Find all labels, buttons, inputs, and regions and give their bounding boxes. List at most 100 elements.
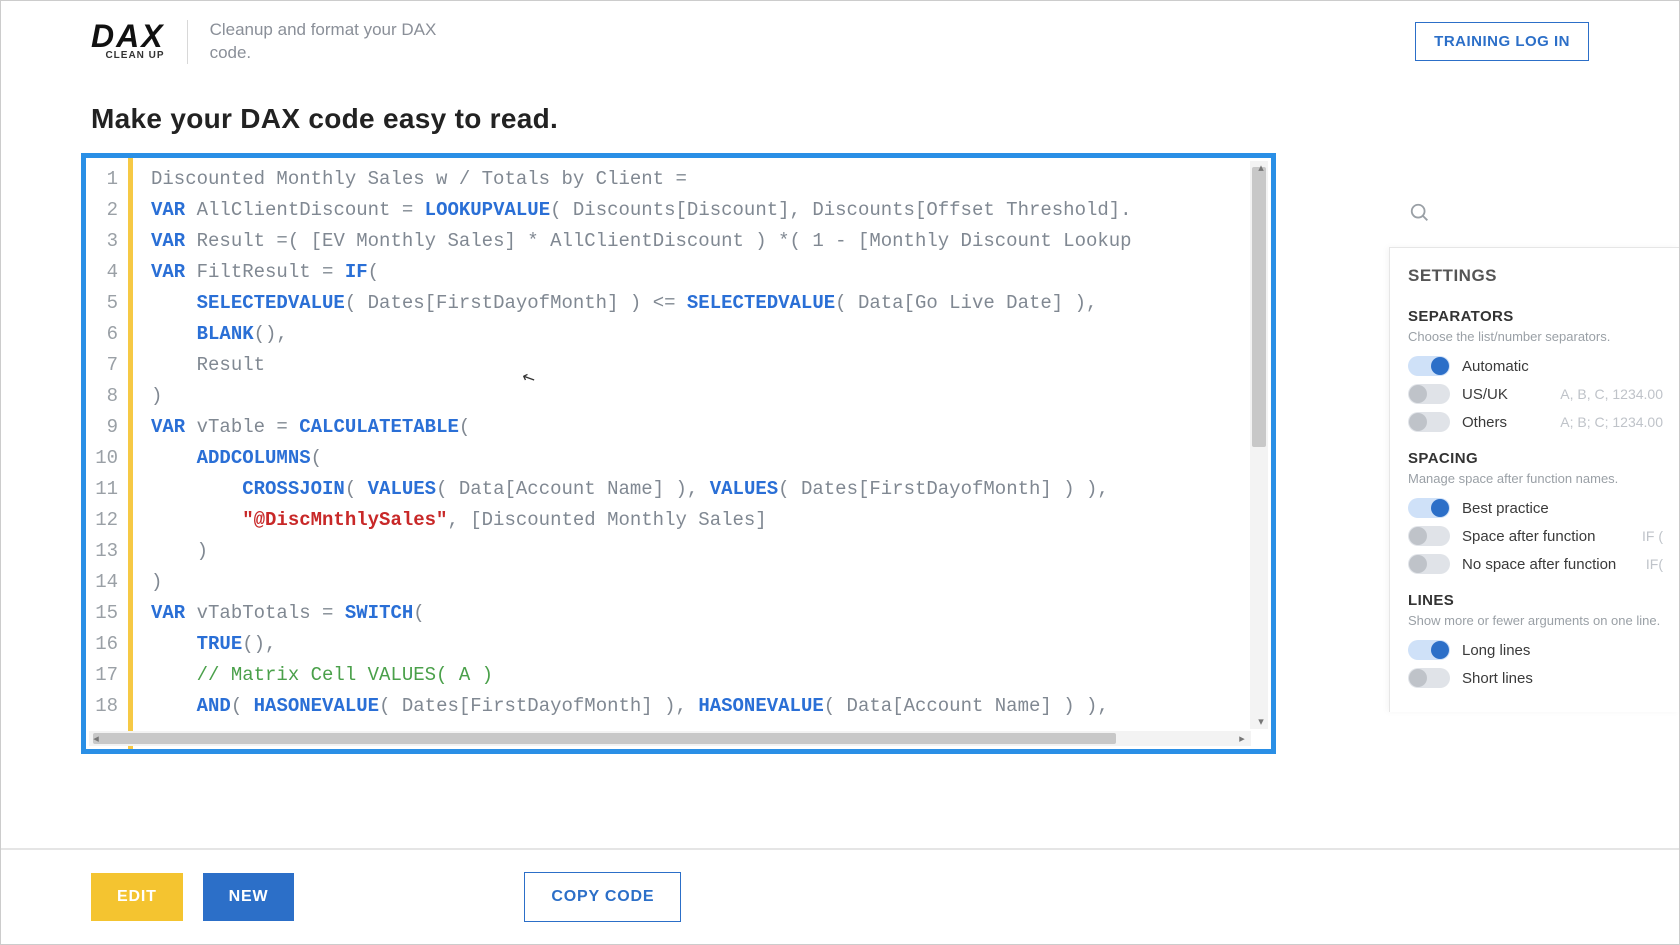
code-line[interactable]: CROSSJOIN( VALUES( Data[Account Name] ),… [151, 474, 1271, 505]
text-token: Discounted Monthly Sales w / Totals by C… [151, 168, 687, 190]
code-line[interactable]: ADDCOLUMNS( [151, 443, 1271, 474]
lines-title: LINES [1408, 592, 1663, 609]
spacing-title: SPACING [1408, 450, 1663, 467]
text-token: vTable = [185, 416, 299, 438]
spacing-hint: IF ( [1642, 528, 1663, 544]
spacing-hint: IF( [1646, 556, 1663, 572]
spacing-option: No space after function IF( [1408, 550, 1663, 578]
page-heading: Make your DAX code easy to read. [1, 83, 1679, 153]
scroll-up-icon[interactable]: ▴ [1254, 161, 1268, 175]
search-icon[interactable] [1409, 202, 1431, 224]
text-token: ( [368, 261, 379, 283]
keyword-token: VAR [151, 602, 185, 624]
text-token: ( [311, 447, 322, 469]
keyword-token: VAR [151, 416, 185, 438]
code-line[interactable]: ) [151, 536, 1271, 567]
function-token: HASONEVALUE [254, 695, 379, 717]
comment-token: // Matrix Cell VALUES( A ) [197, 664, 493, 686]
separators-hint: A, B, C, 1234.00 [1560, 386, 1663, 402]
spacing-toggle[interactable] [1408, 526, 1450, 546]
separators-title: SEPARATORS [1408, 308, 1663, 325]
spacing-toggle[interactable] [1408, 498, 1450, 518]
text-token: ( Discounts[Discount], Discounts[Offset … [550, 199, 1132, 221]
code-line[interactable]: AND( HASONEVALUE( Dates[FirstDayofMonth]… [151, 691, 1271, 722]
text-token: FiltResult = [185, 261, 345, 283]
text-token [151, 633, 197, 655]
header-divider [187, 20, 188, 64]
toggle-knob [1409, 555, 1427, 573]
text-token: ( [459, 416, 470, 438]
lines-toggle[interactable] [1408, 640, 1450, 660]
horizontal-scrollbar[interactable] [89, 731, 1251, 746]
separators-option: Others A; B; C; 1234.00 [1408, 408, 1663, 436]
text-token: ( [231, 695, 254, 717]
line-number: 4 [86, 257, 128, 288]
scroll-down-icon[interactable]: ▾ [1254, 715, 1268, 729]
line-number: 17 [86, 660, 128, 691]
code-line[interactable]: VAR FiltResult = IF( [151, 257, 1271, 288]
settings-title: SETTINGS [1408, 266, 1663, 286]
code-line[interactable]: SELECTEDVALUE( Dates[FirstDayofMonth] ) … [151, 288, 1271, 319]
lines-option: Short lines [1408, 664, 1663, 692]
code-line[interactable]: // Matrix Cell VALUES( A ) [151, 660, 1271, 691]
code-line[interactable]: Result [151, 350, 1271, 381]
lines-toggle[interactable] [1408, 668, 1450, 688]
text-token: ) [151, 385, 162, 407]
code-line[interactable]: BLANK(), [151, 319, 1271, 350]
copy-code-button[interactable]: COPY CODE [524, 872, 681, 922]
scroll-left-icon[interactable]: ◂ [89, 732, 103, 746]
function-token: LOOKUPVALUE [425, 199, 550, 221]
line-number: 8 [86, 381, 128, 412]
toggle-knob [1431, 641, 1449, 659]
new-button[interactable]: NEW [203, 873, 295, 921]
line-number: 15 [86, 598, 128, 629]
code-line[interactable]: ) [151, 381, 1271, 412]
line-number: 2 [86, 195, 128, 226]
separators-label: US/UK [1462, 386, 1508, 403]
horizontal-scroll-thumb[interactable] [93, 733, 1116, 744]
logo-main: DAX [91, 23, 165, 50]
vertical-scroll-thumb[interactable] [1252, 167, 1266, 447]
spacing-label: Best practice [1462, 500, 1549, 517]
separators-hint: A; B; C; 1234.00 [1560, 414, 1663, 430]
separators-label: Others [1462, 414, 1507, 431]
vertical-scrollbar[interactable] [1250, 161, 1268, 729]
code-line[interactable]: TRUE(), [151, 629, 1271, 660]
function-token: TRUE [197, 633, 243, 655]
toggle-knob [1431, 499, 1449, 517]
function-token: CALCULATETABLE [299, 416, 459, 438]
function-token: SELECTEDVALUE [197, 292, 345, 314]
code-line[interactable]: "@DiscMnthlySales", [Discounted Monthly … [151, 505, 1271, 536]
lines-label: Long lines [1462, 642, 1530, 659]
code-line[interactable]: VAR vTable = CALCULATETABLE( [151, 412, 1271, 443]
text-token: ( Data[Account Name] ), [436, 478, 710, 500]
toggle-knob [1409, 527, 1427, 545]
code-line[interactable]: Discounted Monthly Sales w / Totals by C… [151, 164, 1271, 195]
text-token: ) [151, 540, 208, 562]
toggle-knob [1431, 357, 1449, 375]
line-number: 10 [86, 443, 128, 474]
spacing-label: No space after function [1462, 556, 1616, 573]
code-line[interactable]: VAR Result =( [EV Monthly Sales] * AllCl… [151, 226, 1271, 257]
code-line[interactable]: VAR vTabTotals = SWITCH( [151, 598, 1271, 629]
separators-toggle[interactable] [1408, 412, 1450, 432]
code-line[interactable]: VAR AllClientDiscount = LOOKUPVALUE( Dis… [151, 195, 1271, 226]
code-line[interactable]: ) [151, 567, 1271, 598]
scroll-right-icon[interactable]: ▸ [1235, 732, 1249, 746]
separators-label: Automatic [1462, 358, 1529, 375]
string-token: "@DiscMnthlySales" [242, 509, 447, 531]
code-editor[interactable]: 123456789101112131415161718 ↖ Discounted… [81, 153, 1276, 754]
text-token [151, 447, 197, 469]
separators-option: Automatic [1408, 352, 1663, 380]
bottom-toolbar: EDIT NEW COPY CODE [1, 848, 1679, 944]
text-token [151, 323, 197, 345]
training-login-button[interactable]: TRAINING LOG IN [1415, 22, 1589, 61]
spacing-toggle[interactable] [1408, 554, 1450, 574]
text-token [151, 478, 242, 500]
line-gutter: 123456789101112131415161718 [86, 158, 128, 749]
separators-toggle[interactable] [1408, 384, 1450, 404]
separators-toggle[interactable] [1408, 356, 1450, 376]
logo[interactable]: DAX CLEAN UP [91, 23, 165, 60]
code-area[interactable]: ↖ Discounted Monthly Sales w / Totals by… [133, 158, 1271, 749]
edit-button[interactable]: EDIT [91, 873, 183, 921]
